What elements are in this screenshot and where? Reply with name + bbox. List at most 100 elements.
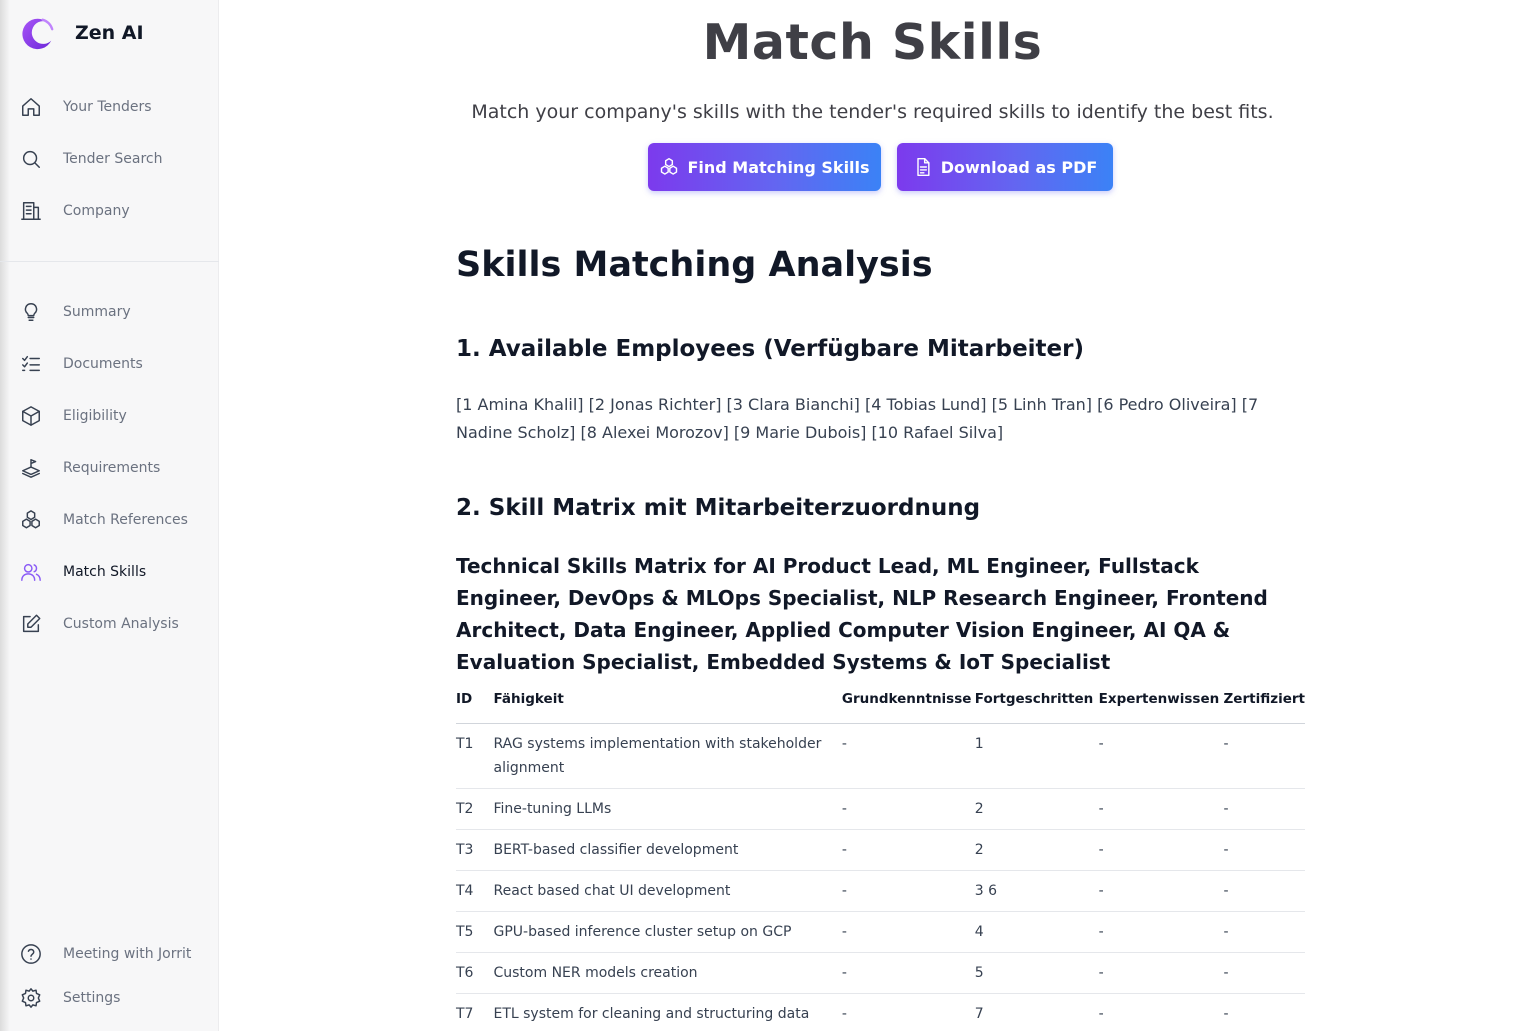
- app-name: Zen AI: [75, 22, 144, 44]
- sidebar-item-settings[interactable]: Settings: [0, 978, 219, 1018]
- table-cell: -: [841, 829, 975, 871]
- table-cell: 1: [974, 723, 1099, 789]
- table-cell: -: [841, 911, 975, 953]
- table-cell: -: [1098, 723, 1224, 789]
- table-cell: GPU-based inference cluster setup on GCP: [493, 911, 842, 953]
- table-cell: -: [1223, 788, 1305, 830]
- table-cell: -: [841, 870, 975, 912]
- sidebar-item-company[interactable]: Company: [0, 191, 219, 231]
- boxes-icon: [661, 157, 678, 175]
- matrix-title: Technical Skills Matrix for AI Product L…: [456, 554, 1268, 674]
- table-cell: T6: [456, 952, 494, 994]
- find-matching-skills-button[interactable]: Find Matching Skills: [648, 143, 881, 191]
- table-cell: 7: [974, 993, 1099, 1031]
- building-icon: [19, 199, 43, 223]
- sidebar-item-meeting[interactable]: Meeting with Jorrit: [0, 934, 219, 974]
- sidebar-item-requirements[interactable]: Requirements: [0, 448, 219, 488]
- table-row: T3 BERT-based classifier development - 2…: [456, 829, 1305, 871]
- table-cell: Fine-tuning LLMs: [493, 788, 842, 830]
- sidebar-item-label: Match Skills: [63, 564, 147, 580]
- table-cell: 2: [974, 829, 1099, 871]
- sidebar-item-label: Documents: [63, 356, 143, 372]
- table-row: T7 ETL system for cleaning and structuri…: [456, 993, 1305, 1031]
- sidebar-item-label: Company: [63, 203, 130, 219]
- table-row: T2 Fine-tuning LLMs - 2 - -: [456, 788, 1305, 830]
- table-cell: 3 6: [974, 870, 1099, 912]
- table-cell: -: [1223, 723, 1305, 789]
- table-cell: -: [1098, 788, 1224, 830]
- table-row: T6 Custom NER models creation - 5 - -: [456, 952, 1305, 994]
- column-header: Grundkenntnisse: [841, 688, 975, 724]
- table-row: T5 GPU-based inference cluster setup on …: [456, 911, 1305, 953]
- users-icon: [19, 560, 43, 584]
- table-cell: -: [1098, 911, 1224, 953]
- table-cell: T5: [456, 911, 494, 953]
- table-cell: -: [1098, 829, 1224, 871]
- employee-list: [1 Amina Khalil] [2 Jonas Richter] [3 Cl…: [456, 395, 1259, 442]
- boxes-icon: [19, 508, 43, 532]
- table-cell: T7: [456, 993, 494, 1031]
- table-cell: Custom NER models creation: [493, 952, 842, 994]
- sidebar-item-label: Your Tenders: [63, 99, 152, 115]
- sidebar-item-match-skills[interactable]: Match Skills: [0, 552, 219, 592]
- table-header-row: ID Fähigkeit Grundkenntnisse Fortgeschri…: [456, 688, 1305, 724]
- sidebar-item-label: Tender Search: [63, 151, 163, 167]
- lightbulb-icon: [19, 300, 43, 324]
- table-cell: 2: [974, 788, 1099, 830]
- table-cell: ETL system for cleaning and structuring …: [493, 993, 842, 1031]
- table-cell: -: [841, 993, 975, 1031]
- sidebar-item-match-references[interactable]: Match References: [0, 500, 219, 540]
- table-cell: RAG systems implementation with stakehol…: [493, 723, 842, 789]
- table-row: T1 RAG systems implementation with stake…: [456, 723, 1305, 789]
- section-heading-employees: 1. Available Employees (Verfügbare Mitar…: [456, 336, 1084, 362]
- column-header: ID: [456, 688, 494, 724]
- table-cell: -: [1223, 829, 1305, 871]
- sidebar-item-label: Summary: [63, 304, 131, 320]
- sidebar-item-summary[interactable]: Summary: [0, 292, 219, 332]
- sidebar-item-label: Match References: [63, 512, 188, 528]
- table-cell: T1: [456, 723, 494, 789]
- sidebar-item-label: Settings: [63, 990, 121, 1006]
- brand[interactable]: Zen AI: [18, 14, 144, 52]
- table-cell: -: [1223, 993, 1305, 1031]
- table-cell: -: [1223, 870, 1305, 912]
- page-subtitle: Match your company's skills with the ten…: [471, 101, 1274, 123]
- edit-icon: [19, 612, 43, 636]
- sidebar-item-eligibility[interactable]: Eligibility: [0, 396, 219, 436]
- table-cell: T2: [456, 788, 494, 830]
- help-circle-icon: [19, 942, 43, 966]
- table-cell: -: [841, 952, 975, 994]
- search-icon: [19, 147, 43, 171]
- download-pdf-button[interactable]: Download as PDF: [897, 143, 1113, 191]
- document-icon: [916, 157, 930, 177]
- report-title: Skills Matching Analysis: [456, 245, 933, 285]
- table-cell: T4: [456, 870, 494, 912]
- page-title: Match Skills: [702, 14, 1043, 71]
- cube-icon: [19, 404, 43, 428]
- sidebar-item-documents[interactable]: Documents: [0, 344, 219, 384]
- table-cell: -: [1223, 952, 1305, 994]
- sidebar-item-tender-search[interactable]: Tender Search: [0, 139, 219, 179]
- table-cell: 4: [974, 911, 1099, 953]
- download-pdf-label: Download as PDF: [940, 157, 1098, 177]
- checklist-icon: [19, 352, 43, 376]
- column-header: Fähigkeit: [493, 688, 842, 724]
- sidebar-item-custom-analysis[interactable]: Custom Analysis: [0, 604, 219, 644]
- table-cell: -: [1098, 952, 1224, 994]
- find-matching-skills-label: Find Matching Skills: [687, 157, 870, 177]
- sidebar: Zen AI Your Tenders Tender Search Compan…: [0, 0, 219, 1031]
- table-cell: -: [1098, 870, 1224, 912]
- table-cell: -: [1223, 911, 1305, 953]
- table-cell: -: [841, 723, 975, 789]
- gear-icon: [19, 986, 43, 1010]
- sidebar-item-your-tenders[interactable]: Your Tenders: [0, 87, 219, 127]
- table-cell: 5: [974, 952, 1099, 994]
- sidebar-item-label: Meeting with Jorrit: [63, 946, 192, 962]
- table-cell: -: [1098, 993, 1224, 1031]
- layers-flag-icon: [19, 456, 43, 480]
- skill-matrix-table: ID Fähigkeit Grundkenntnisse Fortgeschri…: [456, 688, 1305, 1031]
- main-content: Match Skills Match your company's skills…: [219, 0, 1526, 1031]
- sidebar-item-label: Requirements: [63, 460, 161, 476]
- sidebar-item-label: Eligibility: [63, 408, 127, 424]
- zen-logo-icon: [22, 18, 54, 50]
